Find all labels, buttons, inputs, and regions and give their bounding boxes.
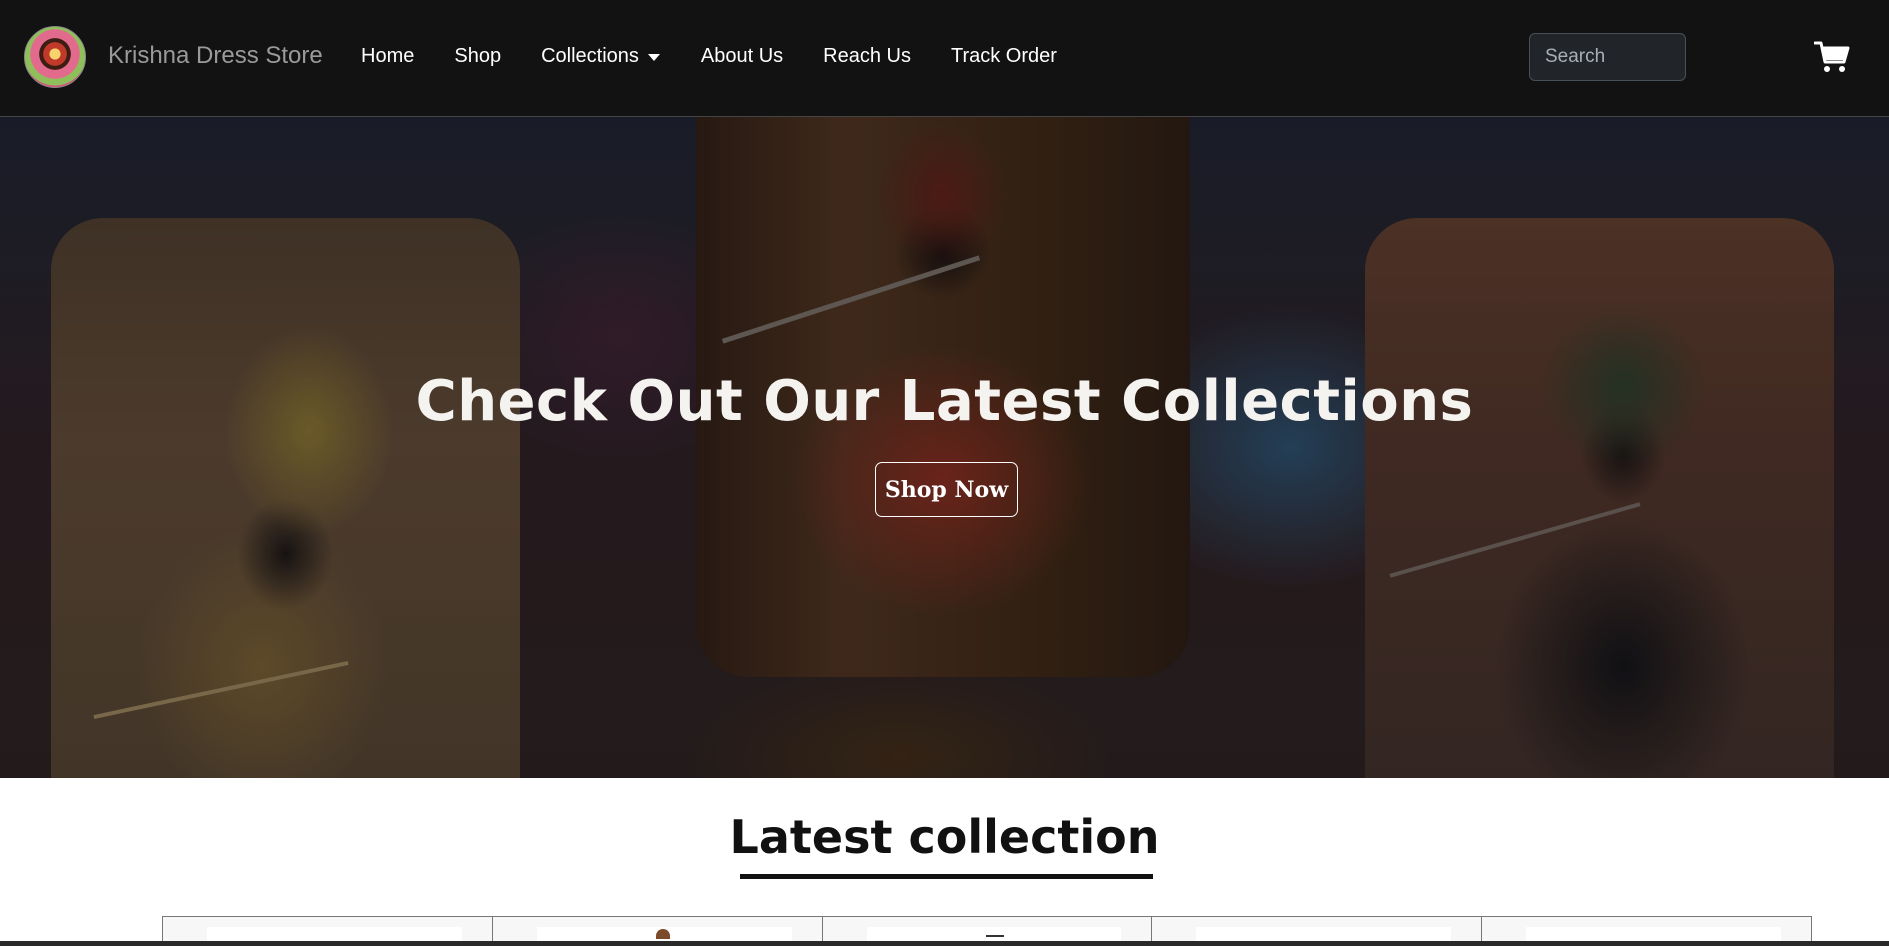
hero-banner: Check Out Our Latest Collections Shop No…	[0, 117, 1889, 778]
title-underline	[740, 874, 1153, 879]
cart-icon[interactable]	[1814, 40, 1850, 74]
nav-reach[interactable]: Reach Us	[823, 45, 911, 68]
nav-track-order[interactable]: Track Order	[951, 45, 1057, 68]
section-title: Latest collection	[729, 810, 1160, 864]
shop-now-button[interactable]: Shop Now	[875, 462, 1018, 517]
navbar: Krishna Dress Store Home Shop Collection…	[0, 0, 1889, 117]
hero-title: Check Out Our Latest Collections	[415, 369, 1474, 434]
product-image-top	[985, 935, 1004, 937]
search-input[interactable]	[1529, 33, 1686, 81]
latest-collection-section: Latest collection	[0, 778, 1889, 946]
caret-down-icon	[647, 54, 660, 61]
store-logo[interactable]	[24, 26, 86, 88]
nav-links: Home Shop Collections About Us Reach Us …	[361, 45, 1057, 68]
nav-home[interactable]: Home	[361, 45, 414, 68]
nav-collections-dropdown[interactable]: Collections	[541, 45, 660, 68]
brand-name[interactable]: Krishna Dress Store	[108, 42, 323, 70]
window-bottom-edge	[0, 941, 1889, 946]
product-image-top	[655, 929, 670, 939]
nav-about[interactable]: About Us	[701, 45, 783, 68]
nav-collections-label: Collections	[541, 45, 639, 67]
nav-shop[interactable]: Shop	[454, 45, 501, 68]
hero-overlay	[0, 117, 1889, 778]
